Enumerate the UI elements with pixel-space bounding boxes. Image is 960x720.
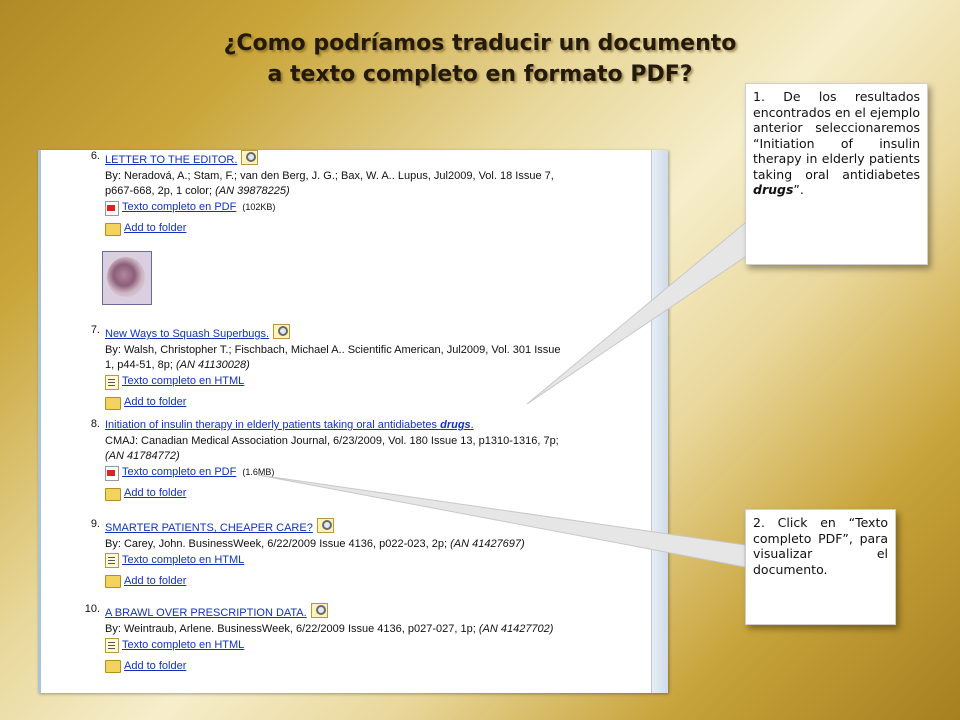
image-thumbnail[interactable] <box>102 251 152 305</box>
add-to-folder-link[interactable]: Add to folder <box>124 221 186 237</box>
magnifier-icon[interactable] <box>310 603 328 618</box>
result-number: 7. <box>90 324 100 336</box>
file-size: (102KB) <box>242 202 276 213</box>
result-title-link[interactable]: SMARTER PATIENTS, CHEAPER CARE? <box>105 522 313 534</box>
result-title-link[interactable]: Initiation of insulin therapy in elderly… <box>105 419 440 431</box>
left-frame-edge <box>38 150 41 693</box>
slide-title-line2: a texto completo en formato PDF? <box>267 62 693 87</box>
result-number: 8. <box>90 418 100 430</box>
slide-title: ¿Como podríamos traducir un documento a … <box>110 28 850 90</box>
fulltext-html-link[interactable]: Texto completo en HTML <box>122 374 244 390</box>
file-size: (1.6MB) <box>242 467 275 478</box>
fulltext-html-link[interactable]: Texto completo en HTML <box>122 638 244 654</box>
search-results-panel: 6. LETTER TO THE EDITOR. By: Neradová, A… <box>38 150 668 693</box>
pdf-icon[interactable] <box>105 200 119 216</box>
fulltext-pdf-link[interactable]: Texto completo en PDF <box>122 465 236 481</box>
result-number: 9. <box>90 518 100 530</box>
folder-icon[interactable] <box>105 660 121 673</box>
folder-icon[interactable] <box>105 487 121 501</box>
result-meta: By: Neradová, A.; Stam, F.; van den Berg… <box>105 169 554 182</box>
callout-step-2-text: 2. Click en “Texto completo PDF”, para v… <box>753 515 888 577</box>
fulltext-html-link[interactable]: Texto completo en HTML <box>122 553 244 569</box>
add-to-folder-link[interactable]: Add to folder <box>124 574 186 590</box>
folder-icon[interactable] <box>105 575 121 588</box>
callout-step-1: 1. De los resultados encontrados en el e… <box>745 83 928 265</box>
pdf-icon[interactable] <box>105 465 119 481</box>
accession-number: (AN 41784772) <box>105 450 180 462</box>
html-document-icon[interactable] <box>105 553 119 568</box>
accession-number: (AN 41130028) <box>175 359 250 371</box>
callout-step-1-tail: ”. <box>793 182 804 197</box>
magnifier-icon[interactable] <box>273 324 291 339</box>
callout-step-1-emphasis: drugs <box>753 182 794 197</box>
accession-number: (AN 41427697) <box>450 537 525 550</box>
magnifier-icon[interactable] <box>241 150 259 165</box>
result-title-link[interactable]: New Ways to Squash Superbugs. <box>105 328 269 340</box>
result-number: 6. <box>90 150 100 162</box>
add-to-folder-link[interactable]: Add to folder <box>124 486 186 502</box>
accession-number: (AN 39878225) <box>215 185 290 197</box>
result-title-link[interactable]: A BRAWL OVER PRESCRIPTION DATA. <box>105 607 307 619</box>
magnifier-icon[interactable] <box>316 518 334 533</box>
vertical-scrollbar[interactable] <box>651 150 668 693</box>
result-meta: By: Carey, John. BusinessWeek, 6/22/2009… <box>105 537 451 550</box>
html-document-icon[interactable] <box>105 374 119 390</box>
callout-step-1-text: 1. De los resultados encontrados en el e… <box>753 89 920 182</box>
folder-icon[interactable] <box>105 222 121 236</box>
result-number: 10. <box>84 603 100 615</box>
result-title-link[interactable]: LETTER TO THE EDITOR. <box>105 154 237 166</box>
result-meta: By: Weintraub, Arlene. BusinessWeek, 6/2… <box>105 622 479 635</box>
add-to-folder-link[interactable]: Add to folder <box>124 395 186 411</box>
result-meta: By: Walsh, Christopher T.; Fischbach, Mi… <box>105 343 561 356</box>
result-meta-cont: p667-668, 2p, 1 color; <box>105 185 216 197</box>
accession-number: (AN 41427702) <box>478 622 554 635</box>
add-to-folder-link[interactable]: Add to folder <box>124 659 186 675</box>
fulltext-pdf-link[interactable]: Texto completo en PDF <box>122 200 236 216</box>
callout-step-2: 2. Click en “Texto completo PDF”, para v… <box>745 509 896 625</box>
folder-icon[interactable] <box>105 396 121 410</box>
slide-title-line1: ¿Como podríamos traducir un documento <box>223 31 737 56</box>
result-meta-cont: 1, p44-51, 8p; <box>105 359 176 371</box>
result-title-highlight[interactable]: drugs <box>440 419 471 431</box>
html-document-icon[interactable] <box>105 638 119 653</box>
result-meta: CMAJ: Canadian Medical Association Journ… <box>105 434 559 447</box>
